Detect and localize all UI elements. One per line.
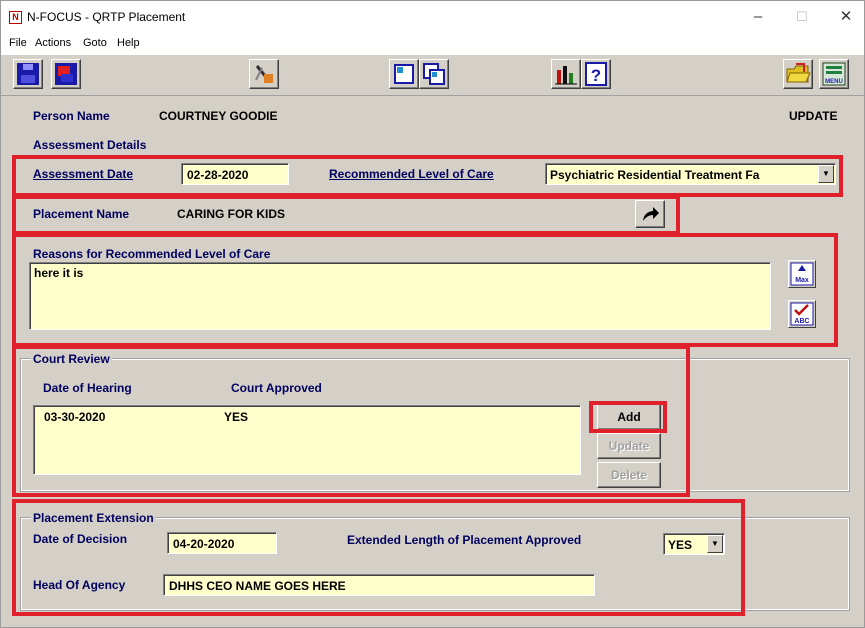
reasons-textarea[interactable]: here it is [29,262,771,330]
court-review-list[interactable]: 03-30-2020 YES [33,405,581,475]
head-of-agency-label: Head Of Agency [33,578,126,592]
mode-indicator: UPDATE [789,109,838,123]
help-button[interactable]: ? [581,59,611,89]
recommended-level-dropdown[interactable]: Psychiatric Residential Treatment Fa ▼ [545,163,836,185]
person-name-label: Person Name [33,109,110,123]
multi-window-icon [423,63,445,85]
chevron-down-icon[interactable]: ▼ [818,165,834,183]
save-icon [17,63,39,85]
maximize-text-button[interactable]: Max [788,260,816,288]
arrow-forward-icon [643,207,659,221]
extended-length-dropdown[interactable]: YES ▼ [663,533,725,555]
save-button[interactable] [13,59,43,89]
placement-extension-title: Placement Extension [31,511,156,525]
minimize-button[interactable]: – [741,5,775,29]
goto-placement-button[interactable] [635,200,665,228]
placement-name-label: Placement Name [33,207,130,221]
person-name-value: COURTNEY GOODIE [159,109,278,123]
menu-bar: File Actions Goto Help [1,33,864,55]
extended-length-label: Extended Length of Placement Approved [347,533,582,547]
window-title: N-FOCUS - QRTP Placement [27,10,186,24]
add-button[interactable]: Add [597,404,661,430]
svg-text:?: ? [591,66,601,85]
spell-check-icon: ABC [790,302,814,326]
tools-button[interactable] [249,59,279,89]
reasons-label: Reasons for Recommended Level of Care [33,247,271,261]
head-of-agency-field[interactable]: DHHS CEO NAME GOES HERE [163,574,595,596]
hearing-date-cell[interactable]: 03-30-2020 [44,410,105,424]
recommended-level-label[interactable]: Recommended Level of Care [329,167,494,181]
exit-icon [55,63,77,85]
open-folder-button[interactable] [783,59,813,89]
form-content: Person Name COURTNEY GOODIE UPDATE Asses… [1,96,864,627]
menu-button[interactable]: MENU [819,59,849,89]
help-icon: ? [585,62,607,86]
menu-actions[interactable]: Actions [35,37,71,49]
application-window: N N-FOCUS - QRTP Placement – ☐ ✕ File Ac… [0,0,865,628]
date-of-hearing-header: Date of Hearing [43,381,132,395]
update-button[interactable]: Update [597,433,661,459]
extended-length-value: YES [668,538,693,552]
assessment-details-title: Assessment Details [33,138,147,152]
multi-window-button[interactable] [419,59,449,89]
date-of-decision-field[interactable]: 04-20-2020 [167,532,277,554]
delete-button[interactable]: Delete [597,462,661,488]
tools-icon [255,65,273,83]
exit-button[interactable] [51,59,81,89]
title-bar[interactable]: N N-FOCUS - QRTP Placement – ☐ ✕ [1,1,864,33]
menu-file[interactable]: File [9,37,27,49]
chevron-down-icon[interactable]: ▼ [707,535,723,553]
menu-goto[interactable]: Goto [83,37,107,49]
chart-icon [555,66,577,85]
menu-icon: MENU [822,62,846,86]
date-of-decision-label: Date of Decision [33,532,128,546]
placement-extension-group [20,517,850,611]
menu-help[interactable]: Help [117,37,140,49]
max-icon: Max [790,262,814,286]
window-button[interactable] [389,59,419,89]
assessment-date-field[interactable]: 02-28-2020 [181,163,289,185]
court-approved-cell[interactable]: YES [224,410,248,424]
close-button[interactable]: ✕ [829,5,863,29]
chart-button[interactable] [551,59,581,89]
open-folder-icon [786,63,811,83]
svg-text:ABC: ABC [794,318,809,325]
toolbar: ? MENU [1,55,864,96]
court-review-title: Court Review [31,352,112,366]
spell-check-button[interactable]: ABC [788,300,816,328]
svg-text:MENU: MENU [825,79,843,85]
placement-name-value: CARING FOR KIDS [177,207,285,221]
recommended-level-value: Psychiatric Residential Treatment Fa [550,168,760,182]
court-approved-header: Court Approved [231,381,322,395]
maximize-button[interactable]: ☐ [785,5,819,29]
svg-text:Max: Max [795,277,809,284]
app-logo-icon: N [9,11,22,24]
window-icon [394,64,414,84]
assessment-date-label[interactable]: Assessment Date [33,167,133,181]
